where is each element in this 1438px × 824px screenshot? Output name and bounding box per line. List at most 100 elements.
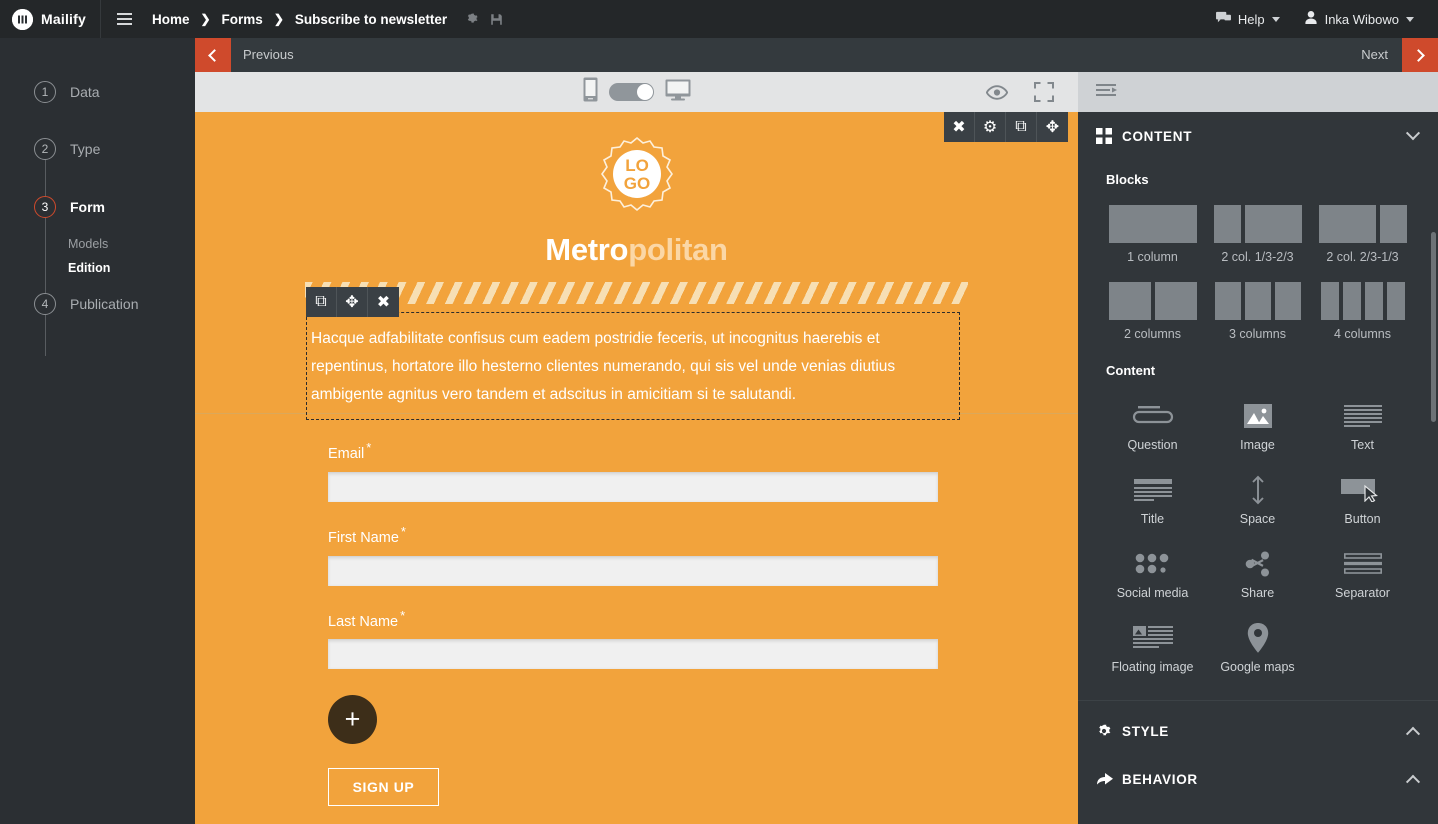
breadcrumb-home[interactable]: Home (148, 12, 194, 27)
content-item-space[interactable]: Space (1205, 470, 1310, 526)
content-item-label: Button (1344, 512, 1381, 526)
duplicate-icon[interactable]: ⧉ (306, 287, 337, 317)
block-preview (1100, 282, 1205, 320)
block-preview (1310, 282, 1415, 320)
last-name-input[interactable] (328, 639, 938, 670)
desktop-monitor-icon[interactable] (665, 79, 691, 106)
grid-icon (1096, 128, 1118, 144)
add-field-button[interactable]: + (328, 695, 377, 745)
text-block[interactable]: Hacque adfabilitate confisus cum eadem p… (306, 312, 960, 420)
fullscreen-icon[interactable] (1034, 82, 1054, 102)
map-pin-icon (1205, 618, 1310, 658)
close-icon[interactable]: ✖ (368, 287, 399, 317)
content-item-share[interactable]: Share (1205, 544, 1310, 600)
content-item-floating-image[interactable]: Floating image (1100, 618, 1205, 674)
step-label: Type (70, 141, 101, 157)
user-avatar-icon (1304, 10, 1318, 28)
close-icon[interactable]: ✖ (944, 112, 975, 142)
save-disk-icon[interactable] (490, 13, 503, 26)
content-item-label: Google maps (1220, 660, 1295, 674)
brand-heading: Metropolitan (195, 232, 1078, 268)
eye-icon[interactable] (985, 84, 1009, 100)
last-name-field-label: Last Name * (328, 608, 1078, 630)
section-header-content[interactable]: CONTENT (1078, 112, 1438, 160)
block-3-columns[interactable]: 3 columns (1205, 282, 1310, 341)
email-input[interactable] (328, 471, 938, 502)
chevron-down-icon (1406, 16, 1414, 22)
previous-arrow-button[interactable] (195, 38, 231, 72)
right-panel: CONTENT Blocks 1 column 2 col. 1/3-2/3 2… (1078, 112, 1438, 824)
blocks-heading: Blocks (1106, 172, 1149, 187)
sidebar-step-publication[interactable]: 4 Publication (0, 289, 195, 319)
logo-badge-icon: LO GO (598, 135, 676, 213)
step-number: 4 (34, 293, 56, 315)
hamburger-icon[interactable] (101, 13, 148, 25)
steps-sidebar: 1 Data 2 Type 3 Form Models Edition 4 Pu… (0, 38, 195, 824)
breadcrumb-forms[interactable]: Forms (218, 12, 267, 27)
content-item-social-media[interactable]: Social media (1100, 544, 1205, 600)
email-field-label: Email * (328, 440, 1078, 462)
block-4-columns[interactable]: 4 columns (1310, 282, 1415, 341)
block-preview (1205, 205, 1310, 243)
first-name-field-label: First Name * (328, 524, 1078, 546)
block-label: 2 columns (1124, 327, 1181, 341)
mailify-logo-icon (12, 8, 33, 30)
duplicate-icon[interactable]: ⧉ (1006, 112, 1037, 142)
section-header-behavior[interactable]: BEHAVIOR (1078, 755, 1438, 803)
vertical-arrows-icon (1205, 470, 1310, 510)
section-title: CONTENT (1122, 128, 1193, 144)
move-icon[interactable]: ✥ (1037, 112, 1068, 142)
svg-text:LO: LO (625, 156, 649, 175)
content-heading: Content (1106, 363, 1156, 378)
mobile-phone-icon[interactable] (583, 77, 598, 107)
previous-button[interactable]: Previous (243, 47, 294, 62)
decorative-stripes (305, 282, 968, 304)
sidebar-substep-models[interactable]: Models (68, 237, 108, 251)
sign-up-button[interactable]: SIGN UP (328, 768, 439, 807)
step-number: 2 (34, 138, 56, 160)
settings-gear-icon[interactable]: ⚙ (975, 112, 1006, 142)
logo-block[interactable]: LO GO (195, 135, 1078, 218)
sidebar-step-data[interactable]: 1 Data (0, 77, 195, 107)
content-item-label: Floating image (1111, 660, 1194, 674)
next-arrow-button[interactable] (1402, 38, 1438, 72)
content-item-text[interactable]: Text (1310, 396, 1415, 452)
block-2-columns[interactable]: 2 columns (1100, 282, 1205, 341)
move-icon[interactable]: ✥ (337, 287, 368, 317)
block-2col-23-13[interactable]: 2 col. 2/3-1/3 (1310, 205, 1415, 264)
content-item-separator[interactable]: Separator (1310, 544, 1415, 600)
required-marker: * (400, 523, 406, 539)
steps-connector-line (45, 144, 46, 356)
sidebar-step-form[interactable]: 3 Form (0, 192, 195, 222)
title-icon (1100, 470, 1205, 510)
sidebar-substep-edition[interactable]: Edition (68, 261, 110, 275)
help-menu[interactable]: Help (1206, 11, 1290, 28)
section-header-style[interactable]: STYLE (1078, 707, 1438, 755)
first-name-input[interactable] (328, 555, 938, 586)
content-item-google-maps[interactable]: Google maps (1205, 618, 1310, 674)
brand-logo[interactable]: Mailify (0, 0, 100, 38)
email-canvas: ✖ ⚙ ⧉ ✥ LO GO Metropolitan ⧉ ✥ ✖ Hacque … (195, 112, 1078, 824)
app-root: Mailify Home ❯ Forms ❯ Subscribe to news… (0, 0, 1438, 824)
user-menu[interactable]: Inka Wibowo (1294, 10, 1424, 28)
chevron-down-icon (1271, 16, 1280, 22)
next-button[interactable]: Next (1361, 47, 1388, 62)
section-title: BEHAVIOR (1122, 771, 1198, 787)
sidebar-step-type[interactable]: 2 Type (0, 134, 195, 164)
block-1-column[interactable]: 1 column (1100, 205, 1205, 264)
block-2col-13-23[interactable]: 2 col. 1/3-2/3 (1205, 205, 1310, 264)
content-item-question[interactable]: Question (1100, 396, 1205, 452)
image-icon (1205, 396, 1310, 436)
collapse-panel-icon[interactable] (1096, 83, 1120, 99)
device-toggle[interactable] (608, 83, 654, 101)
content-item-image[interactable]: Image (1205, 396, 1310, 452)
settings-gear-icon[interactable] (465, 12, 479, 26)
breadcrumb-current[interactable]: Subscribe to newsletter (291, 12, 451, 27)
content-item-title[interactable]: Title (1100, 470, 1205, 526)
content-item-button[interactable]: Button (1310, 470, 1415, 526)
toggle-knob (636, 84, 653, 100)
panel-scrollbar[interactable] (1431, 232, 1436, 422)
preview-tools (985, 72, 1054, 112)
